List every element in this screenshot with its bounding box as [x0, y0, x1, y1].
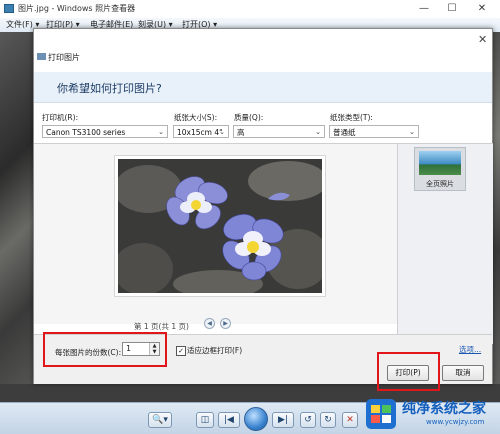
chevron-down-icon: ⌄ [158, 128, 164, 136]
paper-size-value: 10x15cm 4" [177, 128, 223, 137]
close-window-button[interactable]: ✕ [468, 0, 496, 18]
layout-option-label: 全页照片 [426, 180, 454, 188]
preview-page [114, 155, 326, 297]
print-highlight-box [377, 352, 440, 391]
printer-icon [37, 53, 46, 60]
rotate-ccw-icon[interactable]: ↺ [300, 412, 316, 428]
quality-value: 高 [237, 128, 245, 137]
quality-select[interactable]: 高 ⌄ [233, 125, 325, 138]
printer-value: Canon TS3100 series [46, 128, 126, 137]
slideshow-icon[interactable] [244, 407, 268, 431]
watermark-title: 纯净系统之家 [402, 401, 486, 417]
next-page-icon[interactable]: ▶ [220, 318, 231, 329]
preview-photo [118, 159, 322, 293]
previous-icon[interactable]: |◀ [218, 412, 240, 428]
paper-type-label: 纸张类型(T): [330, 113, 373, 122]
paper-type-value: 普通纸 [333, 128, 356, 137]
watermark: 纯净系统之家 www.ycwjzy.com [360, 396, 500, 433]
delete-icon[interactable]: ✕ [342, 412, 358, 428]
chevron-down-icon: ⌄ [409, 128, 415, 136]
minimize-button[interactable]: — [410, 0, 438, 18]
window-title: 图片.jpg - Windows 照片查看器 [18, 4, 136, 13]
layout-sidebar: 全页照片 [397, 143, 493, 344]
print-dialog: ✕ 打印图片 你希望如何打印图片? 打印机(R): Canon TS3100 s… [33, 28, 493, 384]
printer-label: 打印机(R): [42, 113, 79, 122]
chevron-down-icon: ⌄ [315, 128, 321, 136]
full-page-photo-thumbnail [419, 151, 461, 175]
copies-highlight-box [43, 332, 167, 367]
title-bar: 图片.jpg - Windows 照片查看器 — ☐ ✕ [0, 0, 500, 19]
rotate-cw-icon[interactable]: ↻ [320, 412, 336, 428]
zoom-icon[interactable]: 🔍▾ [148, 412, 172, 428]
dialog-title: 打印图片 [48, 53, 80, 62]
watermark-logo-icon [366, 399, 396, 429]
dialog-banner: 你希望如何打印图片? [34, 72, 492, 103]
quality-label: 质量(Q): [234, 113, 264, 122]
fit-frame-label: 适应边框打印(F) [187, 346, 243, 355]
previous-page-icon[interactable]: ◀ [204, 318, 215, 329]
maximize-button[interactable]: ☐ [438, 0, 466, 18]
next-icon[interactable]: ▶| [272, 412, 294, 428]
paper-size-label: 纸张大小(S): [174, 113, 218, 122]
options-link[interactable]: 选项... [459, 344, 481, 355]
background-photo-left [0, 32, 34, 402]
chevron-down-icon: ⌄ [219, 128, 225, 136]
layout-full-page-option[interactable]: 全页照片 [414, 147, 466, 191]
watermark-url: www.ycwjzy.com [426, 418, 485, 426]
paper-size-select[interactable]: 10x15cm 4" ⌄ [173, 125, 229, 138]
fit-frame-checkbox[interactable]: ✓ [176, 346, 186, 356]
print-preview-area [34, 143, 397, 324]
page-info: 第 1 页(共 1 页) [134, 322, 189, 331]
paper-type-select[interactable]: 普通纸 ⌄ [329, 125, 419, 138]
dialog-heading: 你希望如何打印图片? [57, 82, 162, 95]
photo-viewer-app-icon [4, 4, 14, 13]
dialog-close-button[interactable]: ✕ [478, 33, 487, 46]
printer-select[interactable]: Canon TS3100 series ⌄ [42, 125, 168, 138]
actual-size-icon[interactable]: ◫ [196, 412, 214, 428]
cancel-button[interactable]: 取消 [442, 365, 484, 381]
